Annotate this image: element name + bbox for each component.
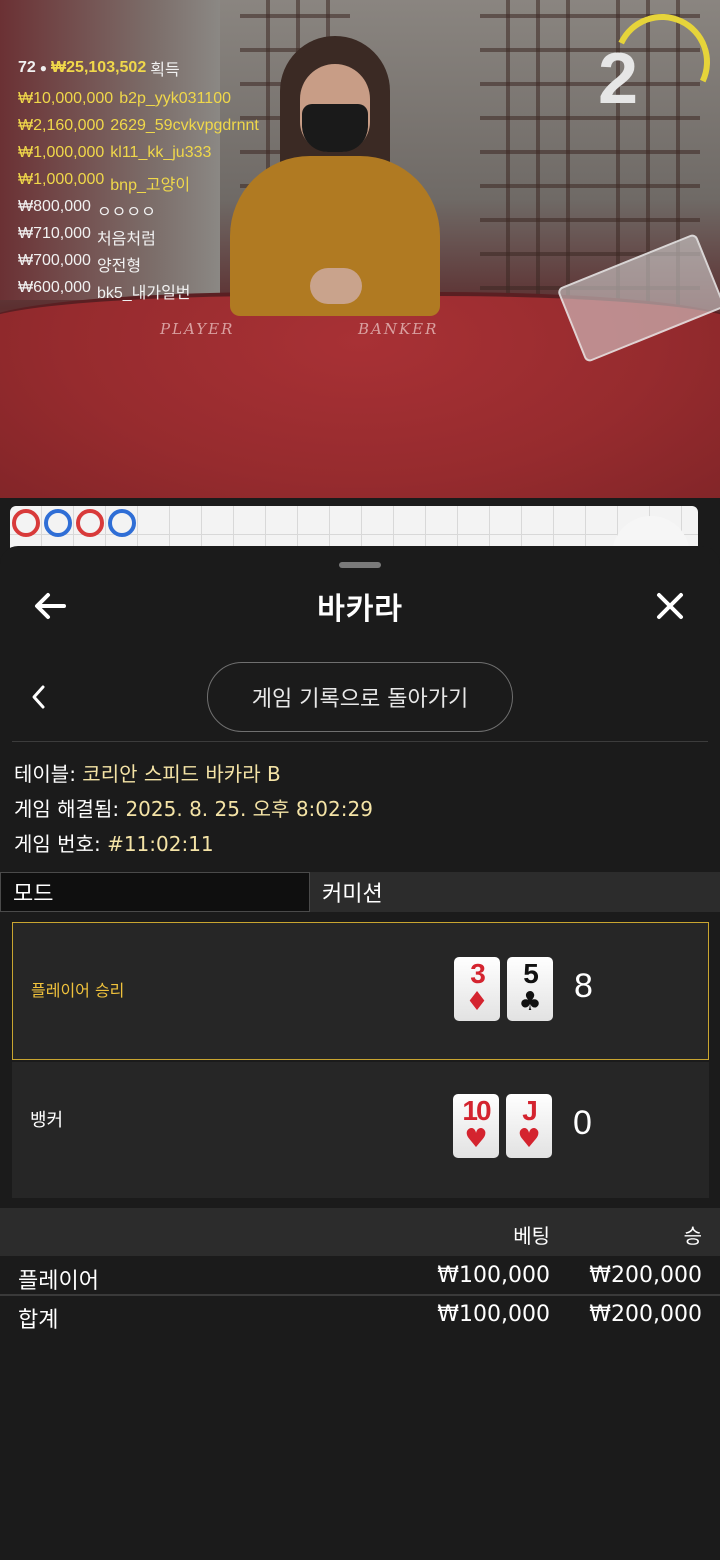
winner-amount: ₩710,000 — [18, 225, 91, 242]
winner-amount: ₩800,000 — [18, 198, 91, 215]
winner-amount: ₩2,160,000 — [18, 117, 105, 134]
bet-name: 플레이어 — [18, 1269, 99, 1294]
game-number-info: 게임 번호: #11:02:11 — [14, 828, 214, 857]
table-label: 테이블: — [14, 762, 83, 786]
winner-row: ₩710,000 처음처럼 — [18, 225, 259, 252]
winners-list: 72 ● ₩25,103,502 획득 ₩10,000,000 b2p_yyk03… — [18, 56, 259, 306]
player-card-2: 5 ♣ — [507, 957, 553, 1021]
banker-card-2: J ♥ — [506, 1094, 552, 1158]
resolved-label: 게임 해결됨: — [14, 797, 126, 821]
winner-row: ₩800,000 ㅇㅇㅇㅇ — [18, 198, 259, 225]
live-video-stream: PLAYER BANKER 2 72 ● ₩25,103,502 획득 ₩10,… — [0, 0, 720, 498]
win-amount: ₩200,000 — [589, 1263, 702, 1288]
bets-table-header: 베팅 승 — [0, 1208, 720, 1256]
countdown-timer: 2 — [598, 39, 639, 119]
player-result-panel: 플레이어 승리 3 ♦ 5 ♣ 8 — [12, 922, 709, 1060]
winner-row: ₩1,000,000 kl11_kk_ju333 — [18, 144, 259, 171]
winners-header: 72 ● ₩25,103,502 획득 — [18, 56, 259, 80]
table-value: 코리안 스피드 바카라 B — [82, 762, 281, 786]
tab-commission[interactable]: 커미션 — [310, 872, 720, 912]
table-info: 테이블: 코리안 스피드 바카라 B — [14, 758, 281, 787]
game-number-value: #11:02:11 — [107, 832, 214, 856]
winner-amount: ₩1,000,000 — [18, 144, 105, 161]
game-number-label: 게임 번호: — [14, 832, 108, 856]
sheet-drag-handle[interactable] — [339, 562, 381, 568]
user-icon: ● — [39, 61, 48, 75]
winner-row: ₩2,160,000 2629_59cvkvpgdrnnt — [18, 117, 259, 144]
banker-area-label: BANKER — [358, 320, 439, 338]
sheet-title: 바카라 — [317, 592, 403, 627]
winner-amount: ₩10,000,000 — [18, 90, 114, 107]
winner-name: kl11_kk_ju333 — [110, 144, 212, 161]
winner-name: bnp_고양이 — [110, 177, 191, 194]
winner-row: ₩600,000 bk5_내가일번 — [18, 279, 259, 306]
banker-card-1: 10 ♥ — [453, 1094, 499, 1158]
bet-column-header: 베팅 — [513, 1224, 550, 1248]
tab-mode[interactable]: 모드 — [0, 872, 310, 912]
lattice-panel — [480, 0, 590, 320]
winner-amount: ₩700,000 — [18, 252, 91, 269]
winner-row: ₩1,000,000 bnp_고양이 — [18, 171, 259, 198]
road-player-mark — [44, 509, 72, 537]
road-banker-mark — [76, 509, 104, 537]
winner-name: 2629_59cvkvpgdrnnt — [110, 117, 259, 134]
winner-row: ₩700,000 양전형 — [18, 252, 259, 279]
player-area-label: PLAYER — [160, 320, 235, 338]
banker-score: 0 — [573, 1104, 592, 1142]
win-column-header: 승 — [683, 1224, 702, 1248]
winner-row: ₩10,000,000 b2p_yyk031100 — [18, 90, 259, 117]
table-row: 플레이어 ₩100,000 ₩200,000 — [0, 1257, 720, 1295]
player-result-label: 플레이어 승리 — [31, 981, 125, 1000]
close-icon[interactable] — [650, 586, 690, 626]
winner-name: 처음처럼 — [96, 231, 156, 248]
total-label: 합계 — [18, 1308, 59, 1333]
road-banker-mark — [12, 509, 40, 537]
winner-name: 양전형 — [96, 258, 142, 275]
game-history-sheet: 바카라 게임 기록으로 돌아가기 테이블: 코리안 스피드 바카라 B 게임 해… — [0, 546, 720, 1560]
player-card-1: 3 ♦ — [454, 957, 500, 1021]
winner-amount: ₩600,000 — [18, 279, 91, 296]
winner-name: b2p_yyk031100 — [119, 90, 231, 107]
back-to-history-button[interactable]: 게임 기록으로 돌아가기 — [207, 662, 513, 732]
winner-amount: ₩1,000,000 — [18, 171, 105, 188]
winners-count: 72 — [18, 59, 36, 76]
winner-name: ㅇㅇㅇㅇ — [96, 204, 156, 221]
bet-amount: ₩100,000 — [437, 1263, 550, 1288]
table-row-total: 합계 ₩100,000 ₩200,000 — [0, 1296, 720, 1334]
resolved-info: 게임 해결됨: 2025. 8. 25. 오후 8:02:29 — [14, 793, 373, 822]
winner-name: bk5_내가일번 — [96, 285, 191, 302]
tab-bar: 모드 커미션 — [0, 872, 720, 912]
resolved-value: 2025. 8. 25. 오후 8:02:29 — [125, 797, 373, 821]
divider — [12, 741, 708, 742]
total-bet-amount: ₩100,000 — [437, 1302, 550, 1327]
winners-total: ₩25,103,502 — [51, 59, 147, 76]
player-score: 8 — [574, 967, 593, 1005]
chevron-left-icon[interactable] — [28, 682, 50, 712]
winners-word: 획득 — [150, 62, 180, 79]
banker-result-label: 뱅커 — [30, 1110, 64, 1131]
banker-result-panel: 뱅커 10 ♥ J ♥ 0 — [12, 1062, 709, 1198]
road-player-mark — [108, 509, 136, 537]
total-win-amount: ₩200,000 — [589, 1302, 702, 1327]
